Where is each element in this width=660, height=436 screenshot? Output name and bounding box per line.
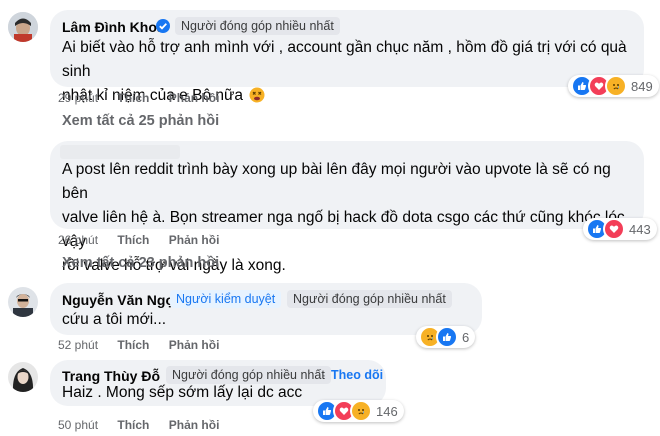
sad-icon [605, 75, 627, 97]
top-contributor-badge: Người đóng góp nhiều nhất [287, 290, 452, 308]
top-contributor-badge: Người đóng góp nhiều nhất [175, 17, 340, 35]
timestamp[interactable]: 29 phút [58, 91, 98, 105]
reply-button[interactable]: Phản hồi [169, 338, 220, 352]
like-button[interactable]: Thích [117, 338, 149, 352]
sad-icon [350, 400, 372, 422]
view-replies-link[interactable]: Xem tất cả 25 phản hồi [62, 113, 219, 129]
reply-button[interactable]: Phản hồi [169, 418, 220, 432]
reaction-summary[interactable]: 849 [568, 75, 659, 97]
moderator-badge: Người kiểm duyệt [170, 290, 282, 308]
timestamp[interactable]: 26 phút [58, 233, 98, 247]
author-name[interactable]: Lâm Đình Khoa [62, 19, 165, 35]
view-replies-link[interactable]: Xem tất cả 23 phản hồi [62, 255, 219, 271]
reaction-count: 849 [631, 78, 653, 94]
reaction-summary[interactable]: 6 [416, 326, 476, 348]
timestamp[interactable]: 52 phút [58, 338, 98, 352]
author-name[interactable]: Nguyễn Văn Ngọc [62, 292, 182, 308]
like-icon [436, 326, 458, 348]
like-button[interactable]: Thích [117, 418, 149, 432]
reaction-count: 6 [462, 329, 470, 345]
comment-text: Haiz . Mong sếp sớm lấy lại dc acc [62, 384, 303, 401]
comment-actions: 26 phút Thích Phản hồi [58, 233, 219, 247]
dizzy-face-emoji-icon [249, 87, 265, 111]
avatar[interactable] [8, 362, 38, 392]
timestamp[interactable]: 50 phút [58, 418, 98, 432]
redacted-author-name [60, 145, 180, 159]
reply-button[interactable]: Phản hồi [169, 233, 220, 247]
avatar[interactable] [8, 287, 38, 317]
reaction-count: 146 [376, 403, 398, 419]
reaction-summary[interactable]: 443 [583, 218, 657, 240]
like-button[interactable]: Thích [117, 91, 149, 105]
separator-dot: · [322, 368, 326, 382]
comment-actions: 52 phút Thích Phản hồi [58, 338, 219, 352]
reaction-count: 443 [629, 221, 651, 237]
comment-actions: 29 phút Thích Phản hồi [58, 91, 219, 105]
like-button[interactable]: Thích [117, 233, 149, 247]
reaction-summary[interactable]: 146 [313, 400, 404, 422]
comment-actions: 50 phút Thích Phản hồi [58, 418, 219, 432]
avatar[interactable] [8, 12, 38, 42]
comment-text: cứu a tôi mới... [62, 311, 167, 328]
follow-button[interactable]: Theo dõi [331, 368, 383, 382]
love-icon [603, 218, 625, 240]
reply-button[interactable]: Phản hồi [169, 91, 220, 105]
